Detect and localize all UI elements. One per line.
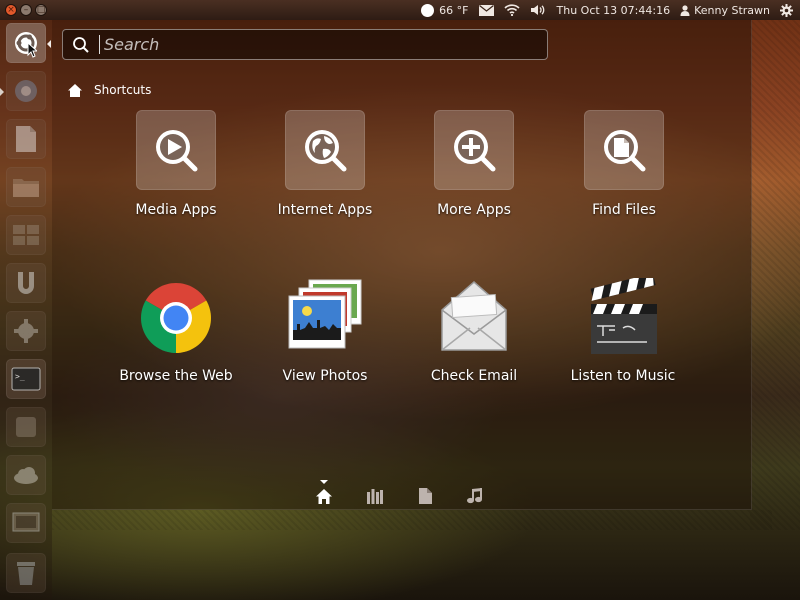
shortcuts-header: Shortcuts xyxy=(68,83,151,97)
workspace-icon xyxy=(13,225,39,245)
libreoffice-icon xyxy=(16,126,36,152)
shortcut-tile[interactable] xyxy=(584,110,664,190)
file-search-icon xyxy=(604,130,646,172)
launcher-settings[interactable] xyxy=(6,311,46,351)
shortcut-tile[interactable] xyxy=(434,110,514,190)
globe-search-icon xyxy=(305,130,347,172)
display-icon xyxy=(12,512,40,532)
close-icon[interactable]: × xyxy=(5,4,17,16)
lens-bar xyxy=(52,480,752,510)
trash-icon xyxy=(17,562,35,585)
clock-text: Thu Oct 13 07:44:16 xyxy=(556,3,671,17)
app-check-email[interactable]: Check Email xyxy=(394,278,554,384)
app-label: View Photos xyxy=(282,368,368,384)
shortcut-label: More Apps xyxy=(437,202,511,218)
launcher-trash[interactable] xyxy=(6,553,46,593)
chrome-icon xyxy=(136,278,216,358)
maximize-icon[interactable]: □ xyxy=(35,4,47,16)
person-icon xyxy=(680,4,690,16)
network-indicator[interactable] xyxy=(499,0,525,20)
cloud-icon xyxy=(14,467,38,484)
shortcut-tile[interactable] xyxy=(285,110,365,190)
launcher-cloud[interactable] xyxy=(6,455,46,495)
launcher-apps[interactable] xyxy=(6,407,46,447)
shortcut-tile[interactable] xyxy=(136,110,216,190)
dash-bottom-texture xyxy=(52,510,772,530)
sun-icon xyxy=(421,3,435,17)
app-label: Browse the Web xyxy=(119,368,233,384)
launcher-dash-home[interactable] xyxy=(6,23,46,63)
shortcut-find-files[interactable]: Find Files xyxy=(549,110,699,218)
music-lens-icon[interactable] xyxy=(465,486,485,506)
applications-lens-icon[interactable] xyxy=(365,486,385,506)
search-input[interactable] xyxy=(99,35,547,54)
weather-text: 66 °F xyxy=(439,3,469,17)
gear-icon xyxy=(780,3,793,17)
app-view-photos[interactable]: View Photos xyxy=(245,278,405,384)
active-lens-indicator xyxy=(320,480,328,484)
indicator-area: 66 °F Thu Oct 13 07:44:16 Kenny Strawn xyxy=(416,0,800,20)
shortcut-label: Find Files xyxy=(592,202,656,218)
terminal-icon: >_ xyxy=(11,367,41,391)
wifi-icon xyxy=(503,4,520,16)
home-icon xyxy=(68,83,82,97)
clapperboard-icon xyxy=(583,273,663,358)
app-browse-the-web[interactable]: Browse the Web xyxy=(96,278,256,384)
shortcut-label: Media Apps xyxy=(135,202,217,218)
settings-icon xyxy=(14,319,38,343)
photos-icon xyxy=(285,278,365,358)
section-title: Shortcuts xyxy=(94,83,152,97)
envelope-icon xyxy=(478,4,494,16)
minimize-icon[interactable]: – xyxy=(20,4,32,16)
shortcut-more-apps[interactable]: More Apps xyxy=(399,110,549,218)
weather-indicator[interactable]: 66 °F xyxy=(416,0,473,20)
launcher: >_ xyxy=(0,20,52,600)
top-panel: × – □ 66 °F Thu Oct 13 07:44:16 Kenny St… xyxy=(0,0,800,20)
search-icon xyxy=(63,30,99,59)
launcher-workspaces[interactable] xyxy=(6,215,46,255)
shortcut-label: Internet Apps xyxy=(277,202,373,218)
search-box[interactable] xyxy=(62,29,548,60)
email-icon xyxy=(434,278,514,358)
launcher-ubuntu-one[interactable] xyxy=(6,263,46,303)
apps-icon xyxy=(16,417,36,437)
svg-text:>_: >_ xyxy=(15,372,25,381)
launcher-focus-pip xyxy=(47,40,51,48)
sound-indicator[interactable] xyxy=(525,0,552,20)
files-lens-icon[interactable] xyxy=(415,486,435,506)
app-listen-to-music[interactable]: Listen to Music xyxy=(543,273,703,384)
session-indicator[interactable] xyxy=(775,0,800,20)
app-label: Check Email xyxy=(430,368,518,384)
dash: Shortcuts Media Apps Internet Apps xyxy=(52,20,752,510)
launcher-files[interactable] xyxy=(6,167,46,207)
launcher-running-pip xyxy=(0,88,4,96)
volume-icon xyxy=(530,5,544,15)
chromium-icon xyxy=(15,80,37,102)
launcher-display[interactable] xyxy=(6,503,46,543)
play-search-icon xyxy=(156,130,198,172)
dash-corner-texture xyxy=(750,20,800,530)
app-label: Listen to Music xyxy=(570,368,676,384)
mail-indicator[interactable] xyxy=(474,0,499,20)
shortcut-internet-apps[interactable]: Internet Apps xyxy=(250,110,400,218)
user-name: Kenny Strawn xyxy=(694,3,770,17)
launcher-libreoffice[interactable] xyxy=(6,119,46,159)
plus-search-icon xyxy=(454,130,496,172)
ubuntu-one-icon xyxy=(18,272,34,294)
user-indicator[interactable]: Kenny Strawn xyxy=(675,0,775,20)
launcher-chromium[interactable] xyxy=(6,71,46,111)
launcher-terminal[interactable]: >_ xyxy=(6,359,46,399)
window-controls: × – □ xyxy=(5,4,47,16)
files-icon xyxy=(13,179,39,197)
shortcut-media-apps[interactable]: Media Apps xyxy=(101,110,251,218)
home-lens-icon[interactable] xyxy=(314,486,334,506)
clock-indicator[interactable]: Thu Oct 13 07:44:16 xyxy=(552,0,676,20)
mouse-cursor-icon xyxy=(27,42,37,58)
